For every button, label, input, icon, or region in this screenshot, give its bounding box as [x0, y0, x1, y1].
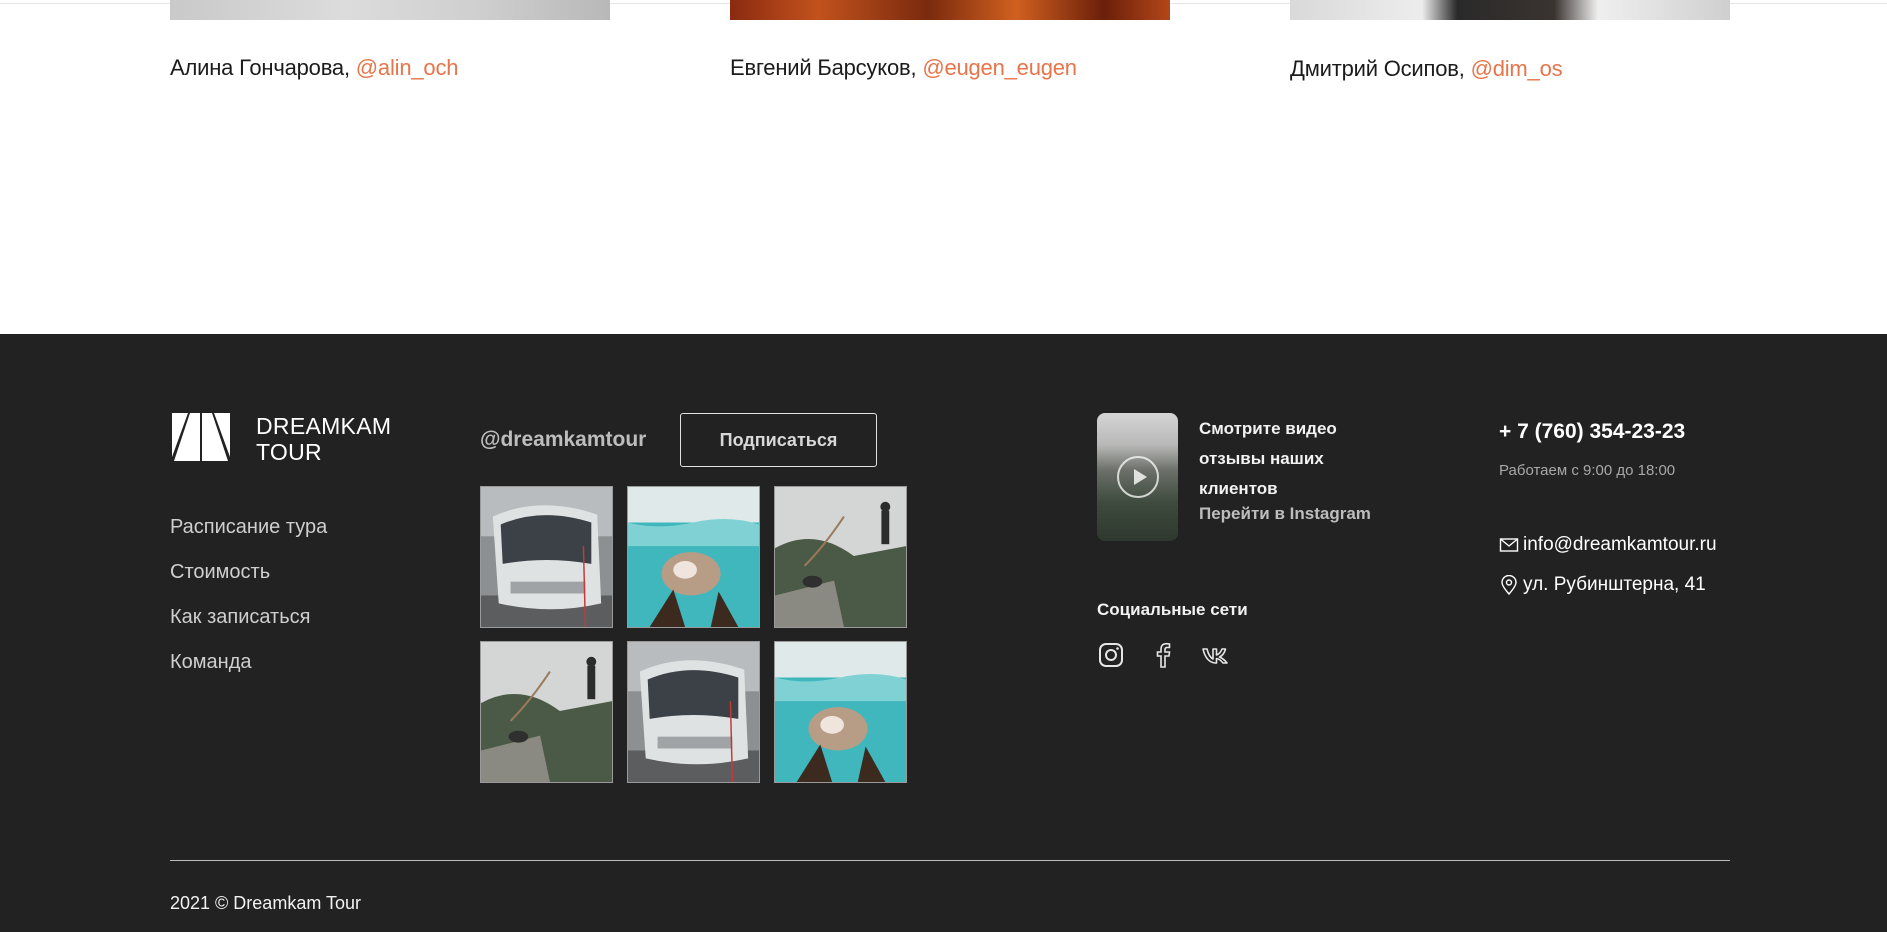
instagram-photo-grid: [480, 486, 908, 783]
team-member-caption: Дмитрий Осипов, @dim_os: [1290, 56, 1563, 82]
nav-link-price[interactable]: Стоимость: [170, 559, 327, 604]
instagram-photo-underwater[interactable]: [774, 641, 907, 783]
instagram-photo-bus[interactable]: [627, 641, 760, 783]
instagram-photo-underwater[interactable]: [627, 486, 760, 628]
footer-nav: Расписание тура Стоимость Как записаться…: [170, 514, 327, 694]
address-text: ул. Рубинштерна, 41: [1523, 574, 1706, 595]
email-contact[interactable]: info@dreamkamtour.ru: [1499, 534, 1717, 556]
team-section: Алина Гончарова, @alin_och Евгений Барсу…: [0, 0, 1887, 334]
nav-link-team[interactable]: Команда: [170, 649, 327, 694]
play-icon: [1117, 456, 1159, 498]
nav-link-schedule[interactable]: Расписание тура: [170, 514, 327, 559]
member-instagram-link[interactable]: @eugen_eugen: [922, 55, 1077, 80]
logo-line-2: TOUR: [256, 439, 322, 465]
logo-line-1: DREAMKAM: [256, 413, 392, 439]
mail-icon: [1499, 538, 1519, 552]
instagram-icon[interactable]: [1097, 641, 1125, 669]
logo-mark-icon: [172, 413, 230, 461]
working-hours: Работаем с 9:00 до 18:00: [1499, 462, 1676, 479]
member-instagram-link[interactable]: @dim_os: [1471, 56, 1563, 81]
member-name: Алина Гончарова,: [170, 55, 356, 80]
team-member-caption: Алина Гончарова, @alin_och: [170, 55, 458, 81]
subscribe-button[interactable]: Подписаться: [680, 413, 877, 467]
email-address[interactable]: info@dreamkamtour.ru: [1523, 534, 1717, 556]
social-icons: [1097, 641, 1253, 669]
video-reviews-text: Смотрите видео отзывы наших клиентов: [1199, 419, 1337, 498]
logo-text: DREAMKAM TOUR: [256, 413, 391, 465]
address-contact: ул. Рубинштерна, 41: [1499, 574, 1706, 596]
video-reviews-thumbnail[interactable]: [1097, 413, 1178, 541]
phone-number[interactable]: + 7 (760) 354-23-23: [1499, 420, 1685, 444]
team-photo: [730, 0, 1170, 20]
nav-link-signup[interactable]: Как записаться: [170, 604, 327, 649]
instagram-photo-bungee[interactable]: [774, 486, 907, 628]
footer: DREAMKAM TOUR Расписание тура Стоимость …: [0, 334, 1887, 932]
member-name: Евгений Барсуков,: [730, 55, 923, 80]
location-pin-icon: [1501, 575, 1517, 595]
site-logo[interactable]: DREAMKAM TOUR: [170, 413, 400, 465]
vk-icon[interactable]: [1201, 641, 1229, 669]
team-member-caption: Евгений Барсуков, @eugen_eugen: [730, 55, 1077, 81]
facebook-icon[interactable]: [1149, 641, 1177, 669]
social-title: Социальные сети: [1097, 600, 1248, 619]
instagram-link[interactable]: Перейти в Instagram: [1199, 504, 1371, 524]
copyright: 2021 © Dreamkam Tour: [170, 893, 362, 913]
team-photo: [170, 0, 610, 20]
member-name: Дмитрий Осипов,: [1290, 56, 1471, 81]
instagram-photo-bungee[interactable]: [480, 641, 613, 783]
instagram-handle[interactable]: @dreamkamtour: [480, 428, 646, 452]
team-photo: [1290, 0, 1730, 20]
instagram-photo-bus[interactable]: [480, 486, 613, 628]
member-instagram-link[interactable]: @alin_och: [356, 55, 459, 80]
footer-divider: [170, 860, 1730, 861]
